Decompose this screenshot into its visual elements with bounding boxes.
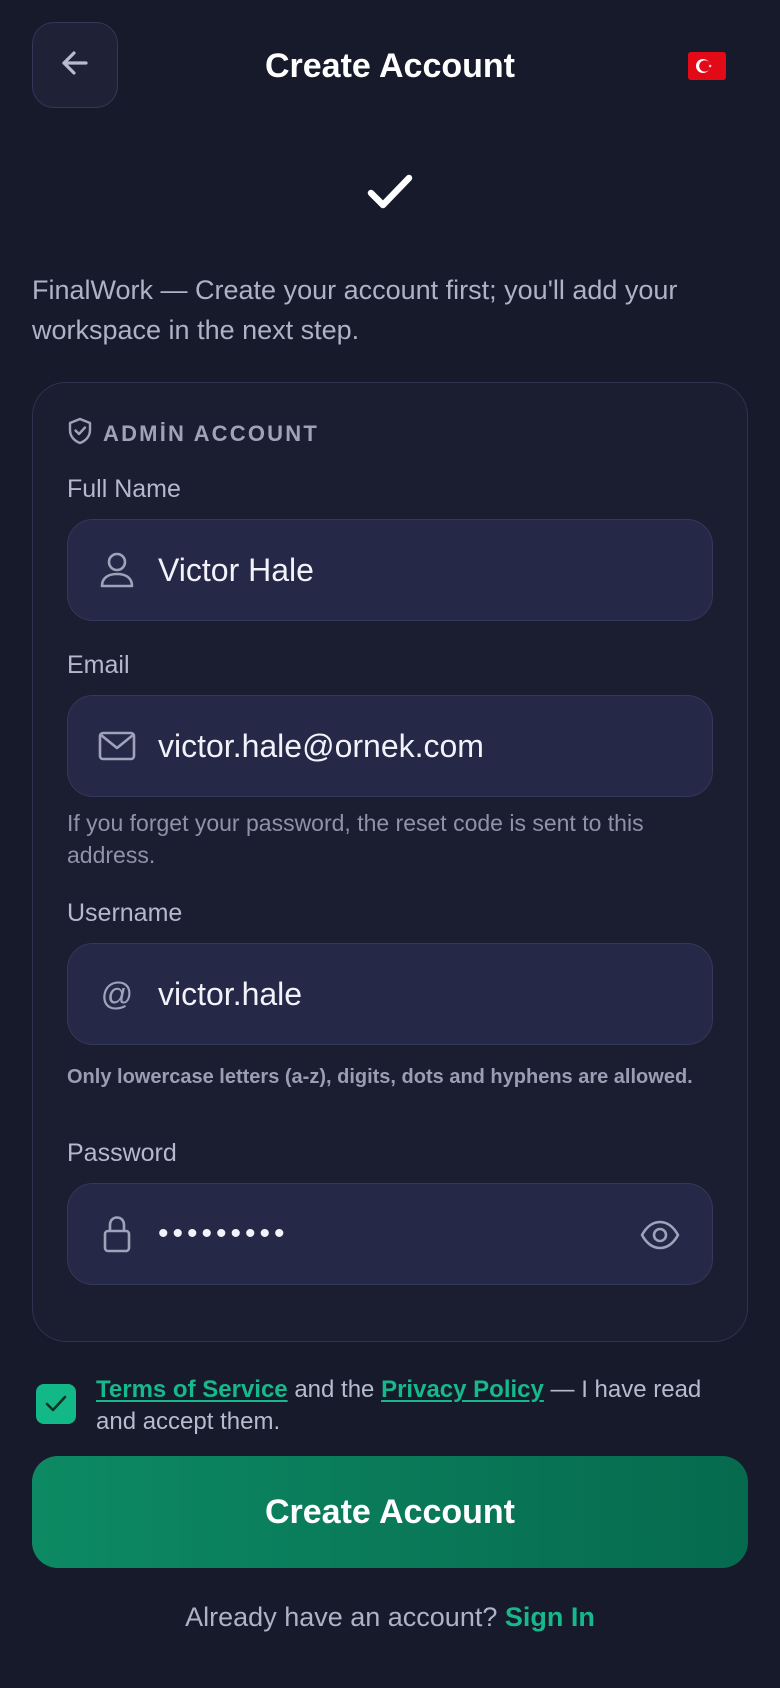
lock-icon bbox=[98, 1215, 136, 1253]
turkey-flag-icon[interactable] bbox=[688, 52, 726, 80]
section-title: ADMİN ACCOUNT bbox=[103, 420, 319, 446]
terms-connector: and the bbox=[287, 1376, 382, 1403]
privacy-policy-link[interactable]: Privacy Policy bbox=[381, 1376, 544, 1403]
create-account-button[interactable]: Create Account bbox=[32, 1456, 748, 1568]
signin-prompt: Already have an account? bbox=[185, 1602, 505, 1632]
email-field[interactable]: victor.hale@ornek.com bbox=[67, 695, 713, 797]
terms-text: Terms of Service and the Privacy Policy … bbox=[96, 1374, 746, 1438]
admin-account-card: ADMİN ACCOUNT Full Name Victor Hale Emai… bbox=[32, 382, 748, 1342]
password-value: ••••••••• bbox=[158, 1217, 289, 1250]
full-name-field[interactable]: Victor Hale bbox=[67, 519, 713, 621]
page-title: Create Account bbox=[264, 47, 516, 85]
password-field[interactable]: ••••••••• bbox=[67, 1183, 713, 1285]
email-help-text: If you forget your password, the reset c… bbox=[67, 810, 644, 868]
terms-of-service-link[interactable]: Terms of Service bbox=[96, 1376, 288, 1403]
terms-checkbox[interactable] bbox=[36, 1384, 76, 1424]
eye-icon[interactable] bbox=[640, 1215, 680, 1260]
checkmark-icon bbox=[366, 172, 414, 217]
full-name-label: Full Name bbox=[67, 475, 181, 503]
section-header: ADMİN ACCOUNT bbox=[67, 417, 319, 450]
username-value: victor.hale bbox=[158, 975, 303, 1012]
sign-in-link[interactable]: Sign In bbox=[505, 1602, 595, 1632]
create-account-screen: Create Account FinalWork — Create your a… bbox=[0, 0, 780, 1688]
shield-icon bbox=[67, 417, 93, 450]
user-icon bbox=[98, 551, 136, 589]
email-value: victor.hale@ornek.com bbox=[158, 727, 484, 764]
intro-text: FinalWork — Create your account first; y… bbox=[32, 275, 678, 345]
email-label: Email bbox=[67, 651, 130, 679]
signin-row: Already have an account? Sign In bbox=[0, 1602, 780, 1633]
username-field[interactable]: @ victor.hale bbox=[67, 943, 713, 1045]
full-name-value: Victor Hale bbox=[158, 551, 314, 588]
mail-icon bbox=[98, 727, 136, 765]
username-help-text: Only lowercase letters (a-z), digits, do… bbox=[67, 1066, 693, 1088]
username-label: Username bbox=[67, 899, 183, 927]
at-icon: @ bbox=[100, 976, 134, 1012]
password-label: Password bbox=[67, 1139, 177, 1167]
